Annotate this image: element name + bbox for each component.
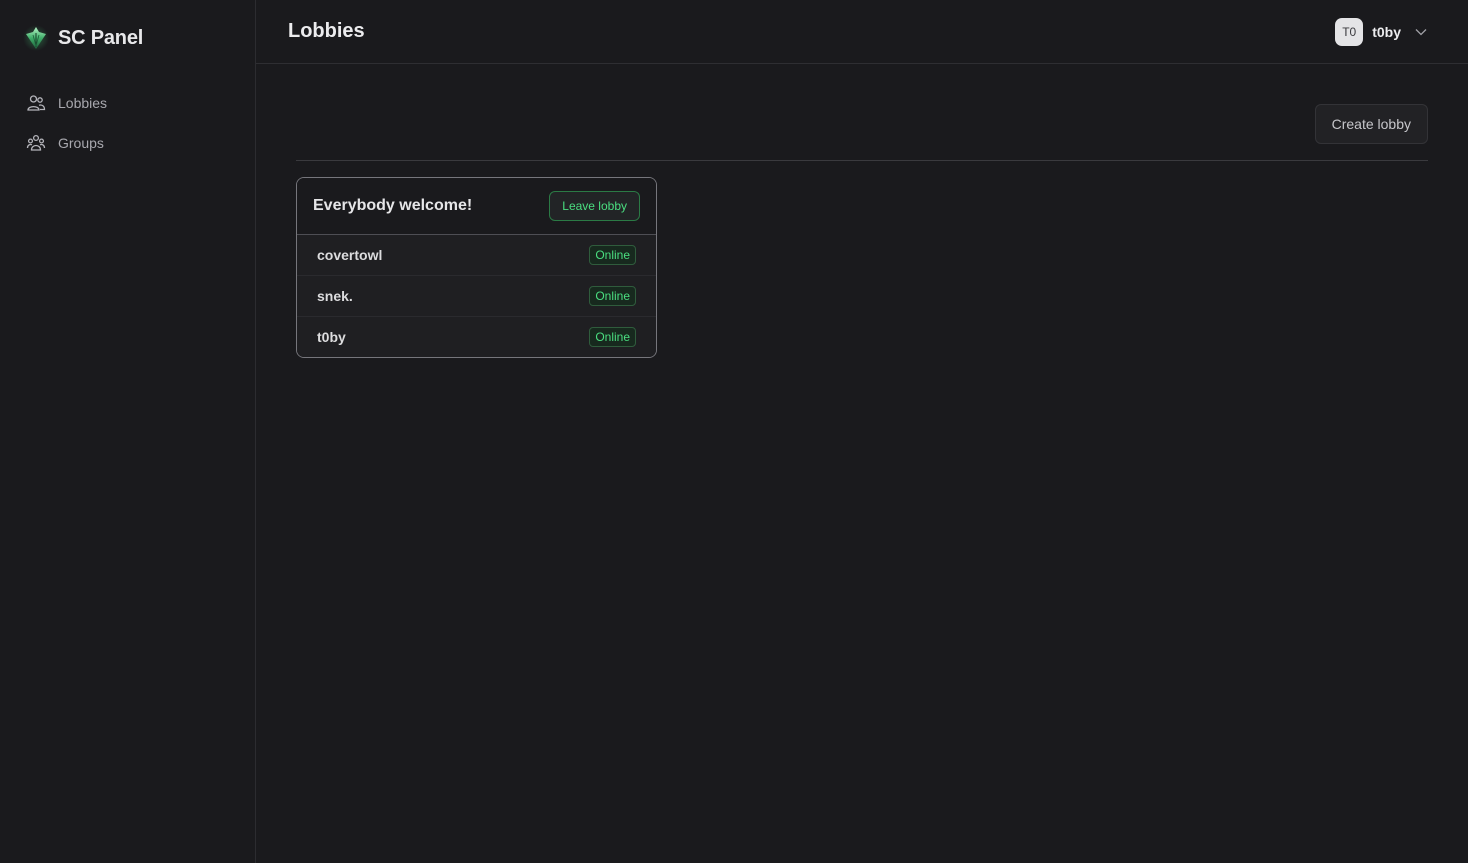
group-icon (26, 133, 46, 153)
status-badge: Online (589, 327, 636, 347)
leave-lobby-button[interactable]: Leave lobby (549, 191, 640, 221)
chevron-down-icon (1414, 25, 1428, 39)
member-row: covertowl Online (297, 235, 656, 276)
divider (296, 160, 1428, 161)
sidebar-nav: Lobbies Groups (16, 84, 240, 164)
users-icon (26, 93, 46, 113)
sidebar-item-lobbies[interactable]: Lobbies (16, 84, 240, 122)
member-row: t0by Online (297, 317, 656, 357)
sidebar-item-label: Groups (58, 135, 104, 151)
user-menu[interactable]: T0 t0by (1335, 18, 1428, 46)
lobby-header: Everybody welcome! Leave lobby (297, 178, 656, 235)
avatar: T0 (1335, 18, 1364, 46)
app-name: SC Panel (58, 26, 144, 49)
brand[interactable]: SC Panel (22, 24, 143, 52)
status-badge: Online (589, 286, 636, 306)
member-name: t0by (317, 329, 346, 345)
create-lobby-button[interactable]: Create lobby (1314, 104, 1428, 144)
member-name: covertowl (317, 247, 383, 263)
lobby-name: Everybody welcome! (313, 197, 473, 214)
lobby-card: Everybody welcome! Leave lobby covertowl… (296, 177, 657, 358)
status-badge: Online (589, 245, 636, 265)
topbar: Lobbies T0 t0by (256, 0, 1468, 64)
sidebar-item-groups[interactable]: Groups (16, 124, 240, 162)
member-name: snek. (317, 288, 353, 304)
member-row: snek. Online (297, 276, 656, 317)
user-name: t0by (1372, 24, 1401, 40)
sidebar-item-label: Lobbies (58, 95, 108, 111)
sidebar: SC Panel Lobbies Groups (0, 0, 256, 863)
emerald-diamond-icon (22, 24, 50, 52)
page-title: Lobbies (288, 20, 365, 42)
